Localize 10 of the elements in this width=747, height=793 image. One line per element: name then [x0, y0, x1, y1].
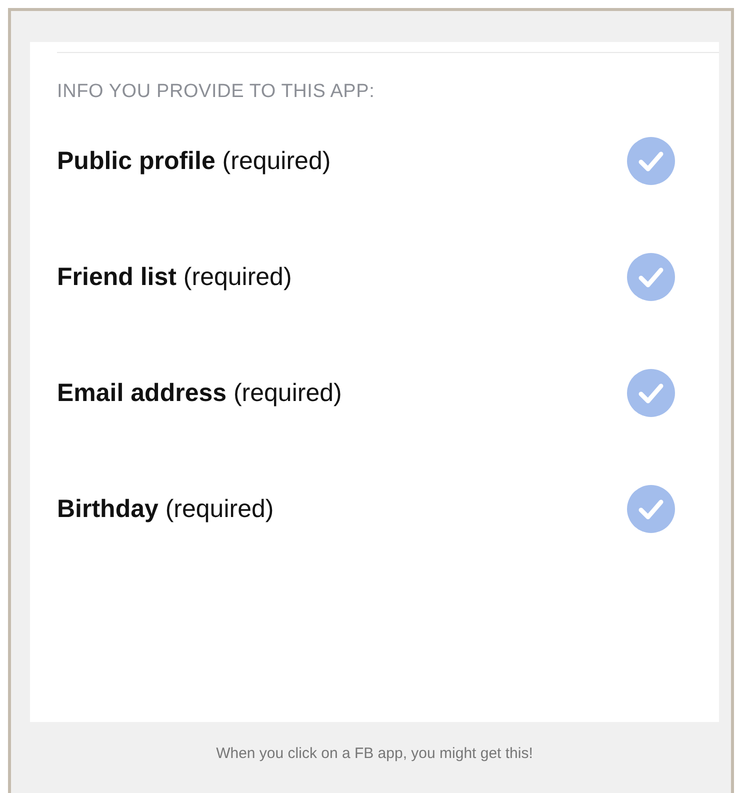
check-icon[interactable]: [627, 137, 675, 185]
check-icon[interactable]: [627, 369, 675, 417]
permission-label: Public profile (required): [57, 146, 331, 176]
check-icon[interactable]: [627, 253, 675, 301]
section-title: INFO YOU PROVIDE TO THIS APP:: [57, 81, 376, 103]
permission-label: Friend list (required): [57, 262, 292, 292]
image-caption: When you click on a FB app, you might get this!: [215, 745, 534, 762]
permission-label: Birthday (required): [57, 494, 274, 524]
check-icon[interactable]: [627, 485, 675, 533]
permission-label: Email address (required): [57, 378, 342, 408]
